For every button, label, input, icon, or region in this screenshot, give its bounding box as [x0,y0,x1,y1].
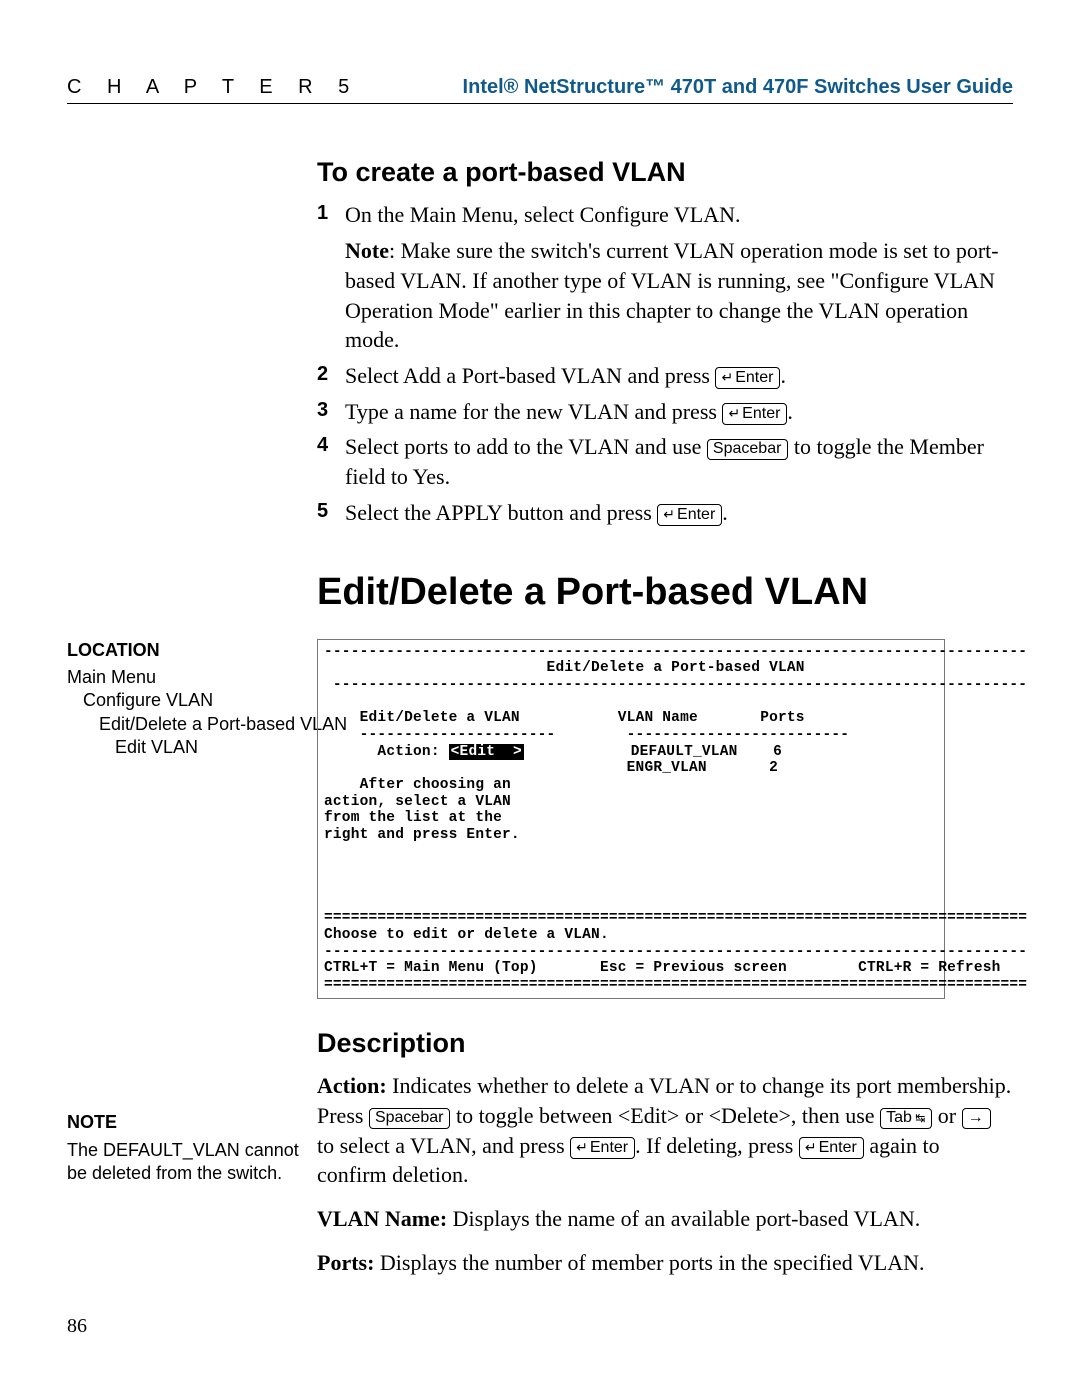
step-text: . [780,363,786,388]
term-hint: After choosing an action, select a VLAN … [324,777,520,843]
term-row-ports: 6 [773,744,782,760]
spacebar-key-icon: Spacebar [369,1108,451,1129]
step-number: 2 [317,361,345,391]
enter-key-icon: Enter [715,367,780,389]
description-heading: Description [317,1025,1013,1061]
note-bold: Note [345,238,389,263]
desc-vlan-label: VLAN Name: [317,1206,447,1231]
desc-text: . If deleting, press [635,1133,799,1158]
step-text: Type a name for the new VLAN and press [345,399,722,424]
note-text: The DEFAULT_VLAN cannot be deleted from … [67,1139,317,1186]
location-breadcrumb: Main Menu Configure VLAN Edit/Delete a P… [67,666,317,760]
term-left-head: Edit/Delete a VLAN [360,710,520,726]
page-header: C H A P T E R 5 Intel® NetStructure™ 470… [67,50,1013,99]
loc-item: Edit/Delete a Port-based VLAN [99,713,317,736]
desc-ports: Ports: Displays the number of member por… [317,1248,1013,1278]
header-rule [67,103,1013,104]
term-border: ----------------------------------------… [324,644,1027,660]
step-note: Note: Make sure the switch's current VLA… [345,236,1013,355]
step-text: Select ports to add to the VLAN and use [345,434,707,459]
note-head: NOTE [67,1111,317,1134]
enter-key-icon: Enter [570,1137,635,1159]
term-row-name: DEFAULT_VLAN [631,744,738,760]
page-number: 86 [67,1315,87,1338]
step-body: Type a name for the new VLAN and press E… [345,397,1013,427]
create-vlan-steps: 1 On the Main Menu, select Configure VLA… [317,200,1013,527]
create-vlan-heading: To create a port-based VLAN [317,154,1013,190]
desc-ports-label: Ports: [317,1250,374,1275]
note-text: : Make sure the switch's current VLAN op… [345,238,999,352]
term-action-label: Action: [377,744,439,760]
term-foot-left: CTRL+T = Main Menu (Top) [324,960,538,976]
guide-title: Intel® NetStructure™ 470T and 470F Switc… [463,76,1013,99]
terminal-screenshot: ----------------------------------------… [317,639,945,999]
step-number: 5 [317,498,345,528]
chapter-label: C H A P T E R 5 [67,76,359,99]
enter-key-icon: Enter [799,1137,864,1159]
desc-text: to select a VLAN, and press [317,1133,570,1158]
step-number: 1 [317,200,345,354]
term-row-ports: 2 [769,760,778,776]
term-title: Edit/Delete a Port-based VLAN [547,660,805,676]
desc-text: Displays the name of an available port-b… [447,1206,920,1231]
step-number: 3 [317,397,345,427]
edit-delete-heading: Edit/Delete a Port-based VLAN [317,567,1013,618]
term-col-vlan: VLAN Name [618,710,698,726]
step-body: Select the APPLY button and press Enter. [345,498,1013,528]
term-col-ports: Ports [760,710,805,726]
step-text: Select Add a Port-based VLAN and press [345,363,715,388]
location-head: LOCATION [67,639,317,662]
term-row-name: ENGR_VLAN [627,760,707,776]
loc-item: Edit VLAN [115,736,317,759]
term-foot-right: CTRL+R = Refresh [858,960,1000,976]
step-text: . [722,500,728,525]
step-text: Select the APPLY button and press [345,500,657,525]
step-text: On the Main Menu, select Configure VLAN. [345,202,741,227]
arrow-right-key-icon: → [962,1108,991,1129]
loc-item: Configure VLAN [83,689,317,712]
step-body: Select ports to add to the VLAN and use … [345,432,1013,491]
desc-text: to toggle between <Edit> or <Delete>, th… [450,1103,880,1128]
spacebar-key-icon: Spacebar [707,439,789,460]
step-body: Select Add a Port-based VLAN and press E… [345,361,1013,391]
loc-item: Main Menu [67,666,317,689]
desc-action: Action: Indicates whether to delete a VL… [317,1071,1013,1190]
desc-vlan-name: VLAN Name: Displays the name of an avail… [317,1204,1013,1234]
term-action-value: <Edit > [449,744,524,760]
step-text: . [787,399,793,424]
term-foot-mid: Esc = Previous screen [600,960,787,976]
desc-text: or [932,1103,961,1128]
enter-key-icon: Enter [657,504,722,526]
desc-text: Displays the number of member ports in t… [374,1250,924,1275]
tab-key-icon: Tab [880,1108,932,1129]
step-body: On the Main Menu, select Configure VLAN.… [345,200,1013,354]
desc-action-label: Action: [317,1073,387,1098]
enter-key-icon: Enter [722,403,787,425]
step-number: 4 [317,432,345,491]
term-status: Choose to edit or delete a VLAN. [324,927,609,943]
